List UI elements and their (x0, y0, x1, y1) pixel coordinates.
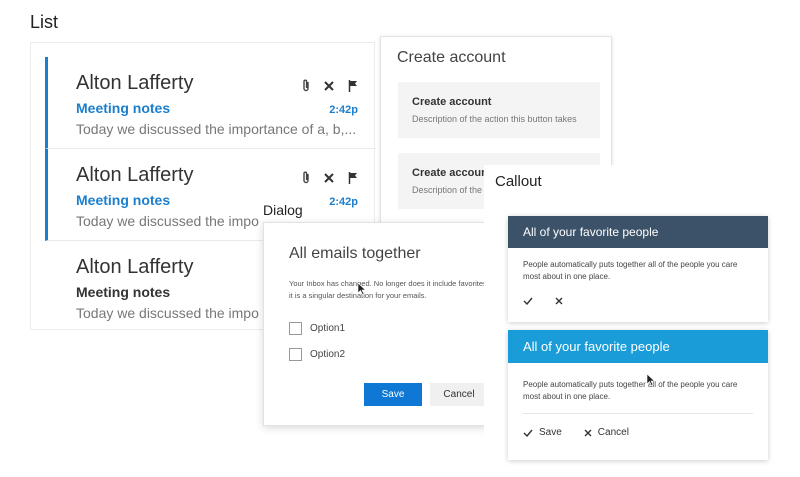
callout-actions (508, 297, 768, 305)
save-action-label: Save (539, 427, 562, 438)
sender-name: Alton Lafferty (76, 256, 194, 278)
email-subject: Meeting notes (76, 192, 171, 208)
callout-text: People automatically puts together all o… (523, 380, 738, 401)
list-item[interactable]: Alton Lafferty Meeting notes 2:42p Today… (45, 57, 376, 149)
list-section-title: List (30, 12, 59, 32)
callout-section-title: Callout (495, 173, 542, 190)
checkmark-icon (523, 429, 533, 437)
email-time: 2:42p (329, 104, 358, 116)
checkbox-box[interactable] (289, 348, 302, 361)
compound-button-create-account[interactable]: Create account Description of the action… (398, 82, 600, 138)
cancel-button[interactable]: Cancel (430, 383, 488, 406)
callout-actions: Save Cancel (508, 427, 768, 438)
close-icon (584, 429, 592, 436)
divider (523, 413, 753, 414)
checkbox-box[interactable] (289, 322, 302, 335)
dialog-title: All emails together (289, 245, 421, 262)
compound-button-description: Description of the action this button ta… (412, 114, 577, 124)
save-action[interactable]: Save (523, 427, 562, 438)
delete-icon[interactable] (324, 80, 334, 91)
list-item-actions (302, 171, 358, 184)
option2-checkbox[interactable]: Option2 (289, 348, 345, 361)
email-subject: Meeting notes (76, 100, 171, 116)
cancel-action-label: Cancel (597, 427, 629, 438)
close-icon[interactable] (555, 297, 563, 305)
email-preview: Today we discussed the importance of a, … (76, 121, 357, 137)
dialog-text: Your Inbox has changed. No longer does i… (289, 279, 489, 300)
callout-card: All of your favorite people People autom… (508, 330, 768, 460)
dialog: All emails together Your Inbox has chang… (263, 222, 489, 426)
callout-text: People automatically puts together all o… (523, 260, 738, 281)
attachment-icon[interactable] (302, 171, 310, 184)
checkbox-label: Option1 (310, 323, 346, 334)
email-preview: Today we discussed the impo (76, 213, 259, 229)
email-subject: Meeting notes (76, 284, 171, 300)
email-preview: Today we discussed the impo (76, 305, 259, 321)
cancel-action[interactable]: Cancel (584, 427, 629, 438)
flag-icon[interactable] (348, 171, 358, 184)
option1-checkbox[interactable]: Option1 (289, 322, 345, 335)
mouse-cursor-icon (647, 374, 656, 386)
email-time: 2:42p (329, 196, 358, 208)
mouse-cursor-icon (358, 283, 367, 295)
delete-icon[interactable] (324, 172, 334, 183)
callout-card: All of your favorite people People autom… (508, 216, 768, 322)
dialog-section-title: Dialog (263, 202, 303, 218)
callout-title: All of your favorite people (508, 330, 768, 363)
list-item-actions (302, 79, 358, 92)
sender-name: Alton Lafferty (76, 72, 194, 94)
sender-name: Alton Lafferty (76, 164, 194, 186)
checkmark-icon[interactable] (523, 297, 533, 305)
checkbox-label: Option2 (310, 349, 346, 360)
callout-title: All of your favorite people (508, 216, 768, 248)
compound-button-label: Create account (412, 96, 492, 108)
create-account-title: Create account (397, 49, 506, 66)
save-button[interactable]: Save (364, 383, 422, 406)
attachment-icon[interactable] (302, 79, 310, 92)
flag-icon[interactable] (348, 79, 358, 92)
